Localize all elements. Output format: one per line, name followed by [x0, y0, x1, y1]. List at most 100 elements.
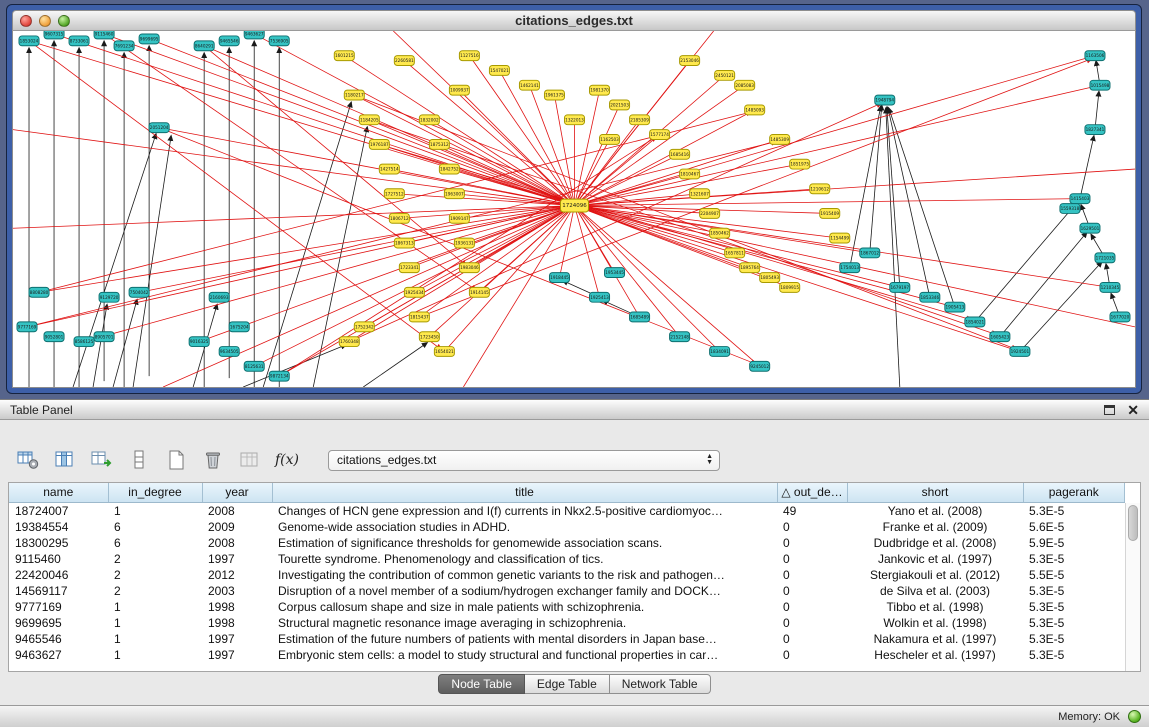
graph-edge[interactable]: [399, 206, 574, 219]
table-row[interactable]: 1872400712008Changes of HCN gene express…: [9, 502, 1125, 519]
cell-in_degree[interactable]: 1: [108, 647, 202, 663]
graph-node[interactable]: 2085083: [735, 80, 755, 90]
graph-node[interactable]: 8808280: [29, 287, 49, 297]
graph-node[interactable]: 1679197: [890, 282, 910, 292]
cell-short[interactable]: Stergiakouli et al. (2012): [847, 567, 1023, 583]
table-vertical-scrollbar[interactable]: [1125, 503, 1140, 671]
cell-year[interactable]: 1998: [202, 599, 272, 615]
tab-edge-table[interactable]: Edge Table: [525, 674, 610, 694]
table-import-icon[interactable]: [88, 447, 116, 473]
graph-node[interactable]: 1685416: [670, 149, 690, 159]
graph-edge[interactable]: [870, 105, 882, 253]
graph-node[interactable]: 7691234: [114, 41, 134, 51]
graph-node[interactable]: 1184205: [359, 115, 379, 125]
graph-node[interactable]: 1752342: [354, 322, 374, 332]
graph-node[interactable]: 1162503: [600, 135, 620, 145]
cell-pagerank[interactable]: 5.3E-5: [1023, 647, 1125, 663]
cell-out_de[interactable]: 0: [777, 615, 847, 631]
cell-name[interactable]: 14569117: [9, 583, 108, 599]
graph-node[interactable]: 1754013: [840, 263, 860, 273]
column-header-year[interactable]: year: [202, 483, 272, 502]
graph-edge[interactable]: [575, 110, 755, 206]
graph-edge[interactable]: [575, 206, 600, 298]
network-canvas[interactable]: 1853024960731587330619115460769123496996…: [12, 30, 1136, 388]
cell-in_degree[interactable]: 1: [108, 615, 202, 631]
graph-node[interactable]: 2260581: [394, 56, 414, 66]
graph-edge[interactable]: [13, 206, 575, 229]
cell-name[interactable]: 9463627: [9, 647, 108, 663]
graph-node[interactable]: 1914145: [469, 287, 489, 297]
cell-out_de[interactable]: 0: [777, 583, 847, 599]
graph-node[interactable]: 1867012: [860, 248, 880, 258]
cell-short[interactable]: Dudbridge et al. (2008): [847, 535, 1023, 551]
graph-node[interactable]: 7536905: [269, 36, 289, 46]
cell-in_degree[interactable]: 1: [108, 502, 202, 519]
graph-node[interactable]: 1867313: [394, 238, 414, 248]
column-header-pagerank[interactable]: pagerank: [1023, 483, 1125, 502]
cell-in_degree[interactable]: 1: [108, 599, 202, 615]
cell-title[interactable]: Structural magnetic resonance image aver…: [272, 615, 777, 631]
graph-node[interactable]: 1953445: [605, 268, 625, 278]
cell-in_degree[interactable]: 6: [108, 535, 202, 551]
cell-pagerank[interactable]: 5.6E-5: [1023, 519, 1125, 535]
graph-edge[interactable]: [204, 46, 466, 266]
graph-edge[interactable]: [39, 112, 752, 292]
graph-node[interactable]: 1853024: [19, 36, 39, 46]
cell-short[interactable]: Nakamura et al. (1997): [847, 631, 1023, 647]
cell-short[interactable]: Yano et al. (2008): [847, 502, 1023, 519]
new-table-icon[interactable]: [162, 447, 190, 473]
graph-node[interactable]: 1925413: [590, 292, 610, 302]
graph-node[interactable]: 1809915: [780, 282, 800, 292]
graph-edge[interactable]: [27, 141, 777, 326]
cell-name[interactable]: 18300295: [9, 535, 108, 551]
graph-node[interactable]: 9115460: [94, 31, 114, 39]
graph-node[interactable]: 1654021: [434, 347, 454, 357]
graph-node[interactable]: 1976187: [369, 139, 389, 149]
graph-node[interactable]: 1321607: [690, 189, 710, 199]
graph-node[interactable]: 1180217: [344, 90, 364, 100]
graph-node[interactable]: 9129720: [99, 292, 119, 302]
cell-short[interactable]: Tibbo et al. (1998): [847, 599, 1023, 615]
cell-in_degree[interactable]: 1: [108, 631, 202, 647]
graph-node[interactable]: 1577174: [650, 130, 670, 140]
cell-short[interactable]: Franke et al. (2009): [847, 519, 1023, 535]
graph-node[interactable]: 1875312: [429, 139, 449, 149]
graph-node[interactable]: 1936131: [454, 238, 474, 248]
cell-year[interactable]: 1998: [202, 615, 272, 631]
cell-title[interactable]: Corpus callosum shape and size in male p…: [272, 599, 777, 615]
cell-year[interactable]: 2008: [202, 502, 272, 519]
cell-short[interactable]: Wolkin et al. (1998): [847, 615, 1023, 631]
graph-node[interactable]: 1924501: [1010, 347, 1030, 357]
cell-pagerank[interactable]: 5.3E-5: [1023, 551, 1125, 567]
graph-edge[interactable]: [1095, 91, 1099, 129]
table-row[interactable]: 1830029562008Estimation of significance …: [9, 535, 1125, 551]
graph-hub-node[interactable]: 1724096: [560, 199, 588, 212]
cell-year[interactable]: 2003: [202, 583, 272, 599]
delete-table-icon[interactable]: [199, 447, 227, 473]
graph-node[interactable]: 1009937: [449, 85, 469, 95]
cell-year[interactable]: 1997: [202, 551, 272, 567]
graph-node[interactable]: 1915409: [820, 209, 840, 219]
cell-in_degree[interactable]: 2: [108, 567, 202, 583]
graph-node[interactable]: 9465546: [219, 36, 239, 46]
graph-node[interactable]: 1210345: [1100, 282, 1120, 292]
table-row[interactable]: 1938455462009Genome-wide association stu…: [9, 519, 1125, 535]
graph-edge[interactable]: [133, 136, 171, 387]
graph-node[interactable]: 1815437: [409, 312, 429, 322]
graph-node[interactable]: 9463627: [244, 31, 264, 39]
graph-node[interactable]: 1832002: [419, 115, 439, 125]
graph-node[interactable]: 1629501: [1080, 223, 1100, 233]
cell-title[interactable]: Tourette syndrome. Phenomenology and cla…: [272, 551, 777, 567]
graph-node[interactable]: 9245012: [750, 361, 770, 371]
graph-node[interactable]: 2160693: [209, 292, 229, 302]
graph-node[interactable]: 9052801: [44, 332, 64, 342]
cell-out_de[interactable]: 49: [777, 502, 847, 519]
cell-in_degree[interactable]: 6: [108, 519, 202, 535]
graph-node[interactable]: 9699695: [139, 34, 159, 44]
close-panel-icon[interactable]: ✕: [1127, 405, 1139, 415]
cell-pagerank[interactable]: 5.9E-5: [1023, 535, 1125, 551]
graph-node[interactable]: 1154499: [830, 233, 850, 243]
cell-title[interactable]: Estimation of the future numbers of pati…: [272, 631, 777, 647]
window-titlebar[interactable]: citations_edges.txt: [12, 10, 1136, 30]
cell-title[interactable]: Disruption of a novel member of a sodium…: [272, 583, 777, 599]
